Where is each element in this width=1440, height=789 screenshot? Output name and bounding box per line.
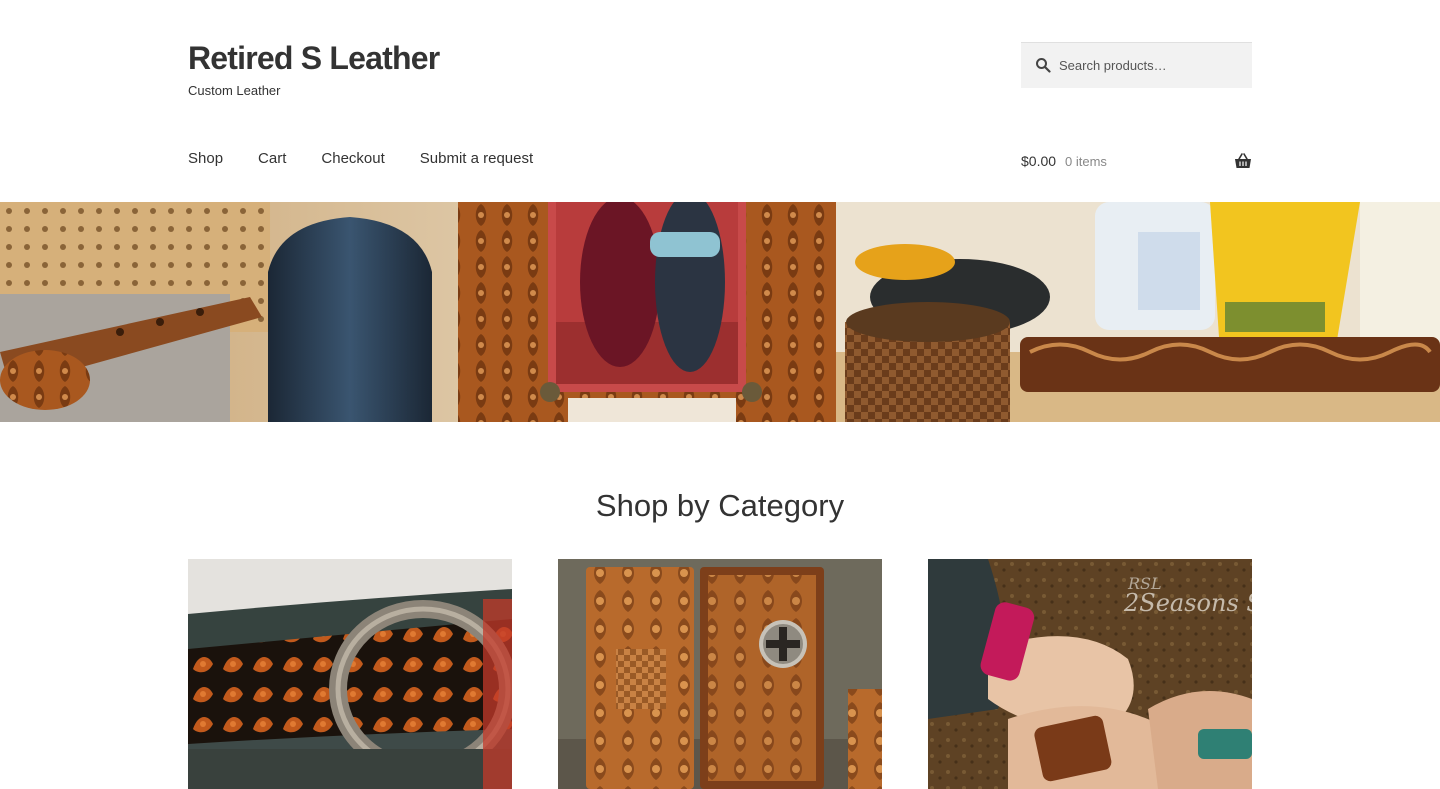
nav-item-shop[interactable]: Shop (188, 150, 223, 167)
site-header: Retired S Leather Custom Leather Shop Ca… (0, 0, 1440, 202)
category-image-bracelets: RSL 2Seasons S (928, 559, 1252, 789)
category-card-wallets[interactable] (558, 559, 882, 789)
site-title[interactable]: Retired S Leather (188, 40, 440, 77)
category-card-belts[interactable] (188, 559, 512, 789)
search-input[interactable] (1057, 43, 1247, 87)
search-icon (1036, 58, 1051, 73)
primary-navigation: Shop Cart Checkout Submit a request (188, 150, 568, 167)
hero-banner-image (0, 202, 1440, 422)
category-card-bracelets[interactable]: RSL 2Seasons S (928, 559, 1252, 789)
category-image-belt (188, 559, 512, 789)
svg-text:2Seasons S: 2Seasons S (1123, 589, 1252, 617)
shopping-basket-icon (1235, 153, 1251, 168)
cart-item-count: 0 items (1065, 154, 1107, 169)
nav-item-submit-request[interactable]: Submit a request (420, 150, 533, 167)
category-image-wallet (558, 559, 882, 789)
search-box[interactable] (1021, 42, 1252, 88)
nav-item-cart[interactable]: Cart (258, 150, 286, 167)
site-tagline: Custom Leather (188, 83, 281, 98)
nav-item-checkout[interactable]: Checkout (321, 150, 384, 167)
cart-widget[interactable]: $0.00 0 items (1021, 150, 1252, 176)
shop-by-category-heading: Shop by Category (595, 488, 845, 523)
cart-amount: $0.00 (1021, 153, 1057, 169)
